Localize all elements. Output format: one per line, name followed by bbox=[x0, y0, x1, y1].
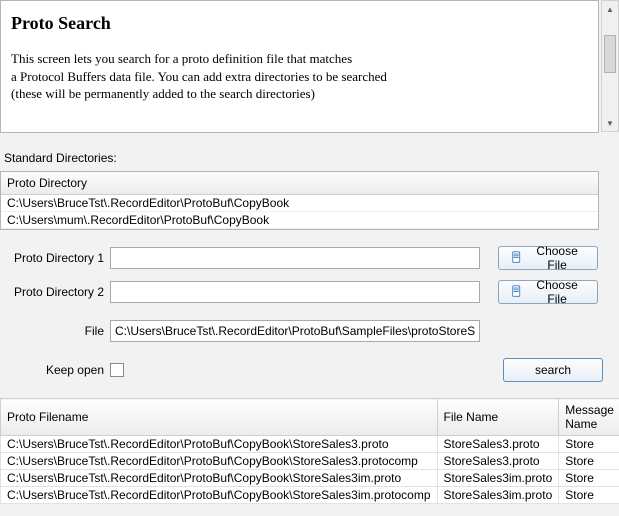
table-row[interactable]: C:\Users\BruceTst\.RecordEditor\ProtoBuf… bbox=[1, 195, 598, 212]
scroll-track[interactable] bbox=[602, 17, 618, 115]
col-proto-filename[interactable]: Proto Filename bbox=[1, 399, 438, 436]
choose-file-button-2[interactable]: Choose File bbox=[498, 280, 598, 304]
file-label: File bbox=[4, 324, 110, 338]
std-dir-column-header[interactable]: Proto Directory bbox=[1, 172, 598, 195]
results-table: Proto Filename File Name Message Name C:… bbox=[0, 398, 619, 504]
description-scrollbar[interactable]: ▲ ▼ bbox=[601, 0, 619, 132]
scroll-up-icon[interactable]: ▲ bbox=[602, 1, 618, 17]
keep-open-checkbox[interactable] bbox=[110, 363, 124, 377]
scroll-down-icon[interactable]: ▼ bbox=[602, 115, 618, 131]
choose-file-label: Choose File bbox=[529, 278, 585, 306]
proto-dir1-input[interactable] bbox=[110, 247, 480, 269]
choose-file-label: Choose File bbox=[529, 244, 585, 272]
col-message-name[interactable]: Message Name bbox=[559, 399, 619, 436]
standard-directories-label: Standard Directories: bbox=[4, 151, 619, 165]
search-button-label: search bbox=[535, 363, 571, 377]
proto-dir2-input[interactable] bbox=[110, 281, 480, 303]
proto-dir1-label: Proto Directory 1 bbox=[4, 251, 110, 265]
table-row[interactable]: C:\Users\BruceTst\.RecordEditor\ProtoBuf… bbox=[1, 487, 619, 504]
scroll-thumb[interactable] bbox=[604, 35, 616, 73]
description-text: This screen lets you search for a proto … bbox=[11, 50, 588, 103]
proto-dir2-label: Proto Directory 2 bbox=[4, 285, 110, 299]
table-row[interactable]: C:\Users\BruceTst\.RecordEditor\ProtoBuf… bbox=[1, 470, 619, 487]
file-icon bbox=[511, 285, 523, 299]
table-row[interactable]: C:\Users\mum\.RecordEditor\ProtoBuf\Copy… bbox=[1, 212, 598, 229]
choose-file-button-1[interactable]: Choose File bbox=[498, 246, 598, 270]
file-input[interactable] bbox=[110, 320, 480, 342]
description-pane: Proto Search This screen lets you search… bbox=[0, 0, 599, 133]
keep-open-label: Keep open bbox=[4, 363, 110, 377]
search-button[interactable]: search bbox=[503, 358, 603, 382]
page-title: Proto Search bbox=[11, 13, 588, 34]
form-area: Proto Directory 1 Choose File Proto Dire… bbox=[4, 246, 619, 382]
standard-directories-table: Proto Directory C:\Users\BruceTst\.Recor… bbox=[0, 171, 599, 230]
table-row[interactable]: C:\Users\BruceTst\.RecordEditor\ProtoBuf… bbox=[1, 436, 619, 453]
file-icon bbox=[511, 251, 523, 265]
table-row[interactable]: C:\Users\BruceTst\.RecordEditor\ProtoBuf… bbox=[1, 453, 619, 470]
col-file-name[interactable]: File Name bbox=[437, 399, 559, 436]
